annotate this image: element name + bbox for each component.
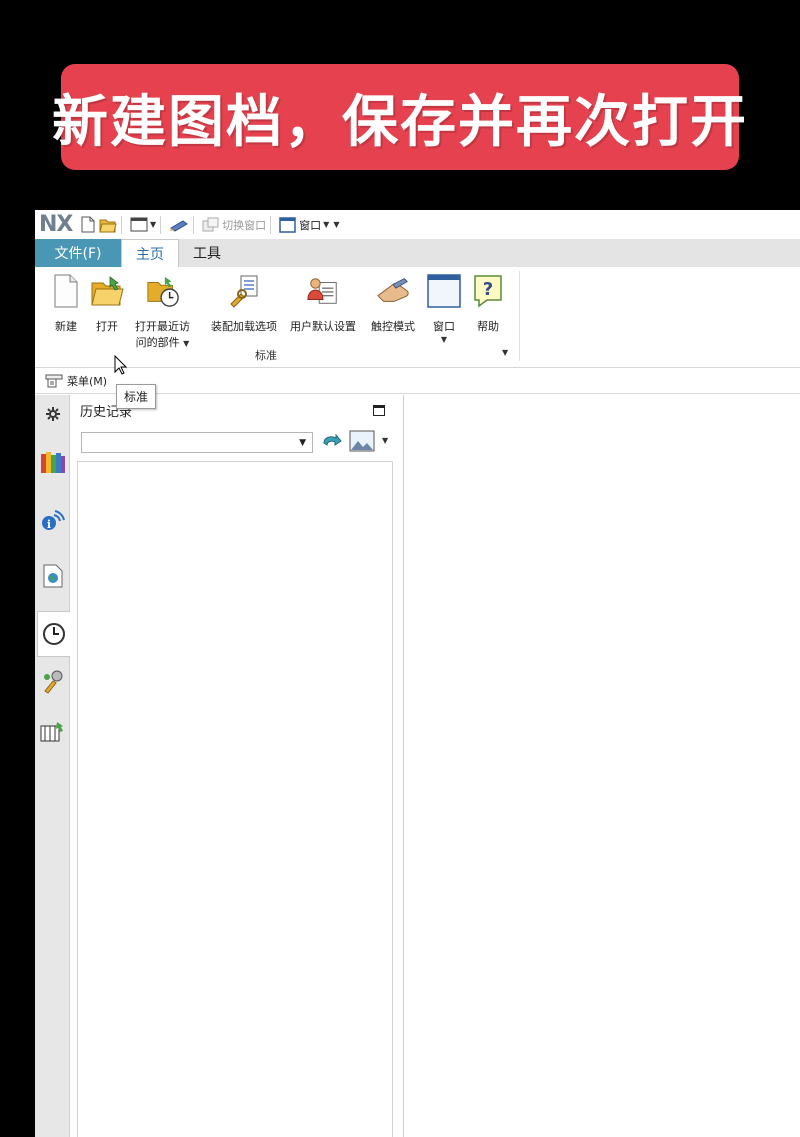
open-recent-button[interactable]: 打开最近访 问的部件 ▼ [135, 273, 190, 352]
new-button[interactable]: 新建 [49, 273, 83, 335]
history-filter-select[interactable]: ▼ [81, 432, 313, 453]
quick-access-toolbar: NX ▼ 切换窗口 窗口 ▼ ▼ [35, 210, 800, 239]
ribbon-tooltip: 标准 [116, 384, 156, 409]
window-icon [427, 273, 461, 309]
open-folder-icon[interactable] [99, 214, 117, 236]
user-defaults-button[interactable]: 用户默认设置 [290, 273, 356, 335]
touch-pen-icon[interactable] [169, 214, 189, 236]
window-button-label: 窗口 [433, 320, 455, 333]
back-arrow-icon[interactable] [320, 431, 342, 457]
tab-file[interactable]: 文件(F) [35, 239, 121, 267]
chevron-down-icon[interactable]: ▼ [323, 220, 329, 229]
help-icon: ? [471, 273, 505, 309]
new-document-icon [49, 273, 83, 309]
banner-text: 新建图档，保存并再次打开 [52, 89, 748, 155]
settings-gear-icon[interactable] [39, 399, 67, 429]
chevron-down-icon[interactable]: ▼ [150, 220, 156, 229]
history-panel: 历史记录 ▼ ▼ [71, 395, 404, 1137]
title-banner: 新建图档，保存并再次打开 [52, 64, 746, 170]
graphics-window[interactable] [405, 395, 800, 1137]
window-menu-label[interactable]: 窗口 [299, 217, 321, 233]
switch-window-label[interactable]: 切换窗口 [222, 217, 266, 233]
assembly-navigator-icon[interactable] [39, 447, 67, 477]
chevron-down-icon[interactable]: ▼ [382, 436, 388, 445]
touch-hand-icon [376, 273, 410, 309]
open-button-label: 打开 [96, 320, 118, 333]
open-folder-icon [90, 273, 124, 309]
toolbar-separator [270, 215, 272, 234]
nx-window: NX ▼ 切换窗口 窗口 ▼ ▼ 文件(F) 主页 工具 新建 打开 打开最近访… [35, 210, 800, 1137]
tab-tools[interactable]: 工具 [179, 239, 235, 267]
help-button[interactable]: ? 帮助 [471, 273, 505, 335]
resource-bar: i [35, 395, 70, 1137]
menu-button[interactable]: 菜单(M) [45, 373, 107, 389]
maximize-panel-icon[interactable] [373, 405, 385, 416]
window-layout-icon[interactable] [130, 214, 148, 236]
customize-toolbar-icon[interactable]: ▼ [333, 220, 339, 229]
window-button[interactable]: 窗口 ▼ [427, 273, 461, 344]
ribbon-group-separator [519, 271, 520, 361]
menu-label: 菜单(M) [67, 375, 108, 388]
toolbar-separator [160, 215, 162, 234]
ribbon-home: 新建 打开 打开最近访 问的部件 ▼ 装配加载选项 用户默认设置 触控模式 窗口… [35, 267, 800, 368]
ribbon-tabs: 文件(F) 主页 工具 [35, 239, 800, 267]
screen: 新建图档，保存并再次打开 NX ▼ 切换窗口 窗口 ▼ ▼ 文件(F) 主页 工… [0, 0, 800, 1137]
group-dropdown-icon[interactable]: ▼ [502, 348, 508, 357]
open-recent-label-1: 打开最近访 [135, 320, 190, 333]
reuse-library-icon[interactable] [39, 717, 67, 747]
window-icon[interactable] [279, 214, 296, 236]
new-file-icon[interactable] [81, 214, 95, 236]
assembly-options-icon [227, 273, 261, 309]
touch-mode-button[interactable]: 触控模式 [371, 273, 415, 335]
recent-parts-icon [146, 273, 180, 309]
toolbar-separator [193, 215, 195, 234]
web-browser-icon[interactable] [39, 561, 67, 591]
history-clock-icon[interactable] [37, 611, 70, 657]
mouse-cursor-icon [114, 355, 128, 375]
toolbar-separator [121, 215, 122, 234]
user-defaults-icon [306, 273, 340, 309]
ribbon-group-label: 标准 [255, 349, 277, 362]
history-list[interactable] [77, 461, 393, 1137]
menu-icon [45, 374, 63, 388]
new-button-label: 新建 [55, 320, 77, 333]
open-button[interactable]: 打开 [90, 273, 124, 335]
tab-home[interactable]: 主页 [121, 239, 179, 267]
thumbnail-view-icon[interactable] [349, 430, 375, 456]
nx-logo: NX [39, 212, 73, 237]
help-button-label: 帮助 [477, 320, 499, 333]
assembly-load-options-button[interactable]: 装配加载选项 [211, 273, 277, 335]
switch-window-icon[interactable] [202, 214, 219, 236]
info-broadcast-icon[interactable]: i [39, 505, 67, 535]
svg-text:?: ? [483, 279, 493, 300]
touch-mode-label: 触控模式 [371, 320, 415, 333]
svg-text:i: i [47, 518, 51, 531]
chevron-down-icon[interactable]: ▼ [441, 335, 447, 344]
process-studio-icon[interactable] [39, 667, 67, 697]
assembly-load-options-label: 装配加载选项 [211, 320, 277, 333]
user-defaults-label: 用户默认设置 [290, 320, 356, 333]
chevron-down-icon: ▼ [299, 438, 306, 448]
open-recent-label-2: 问的部件 ▼ [135, 336, 190, 349]
